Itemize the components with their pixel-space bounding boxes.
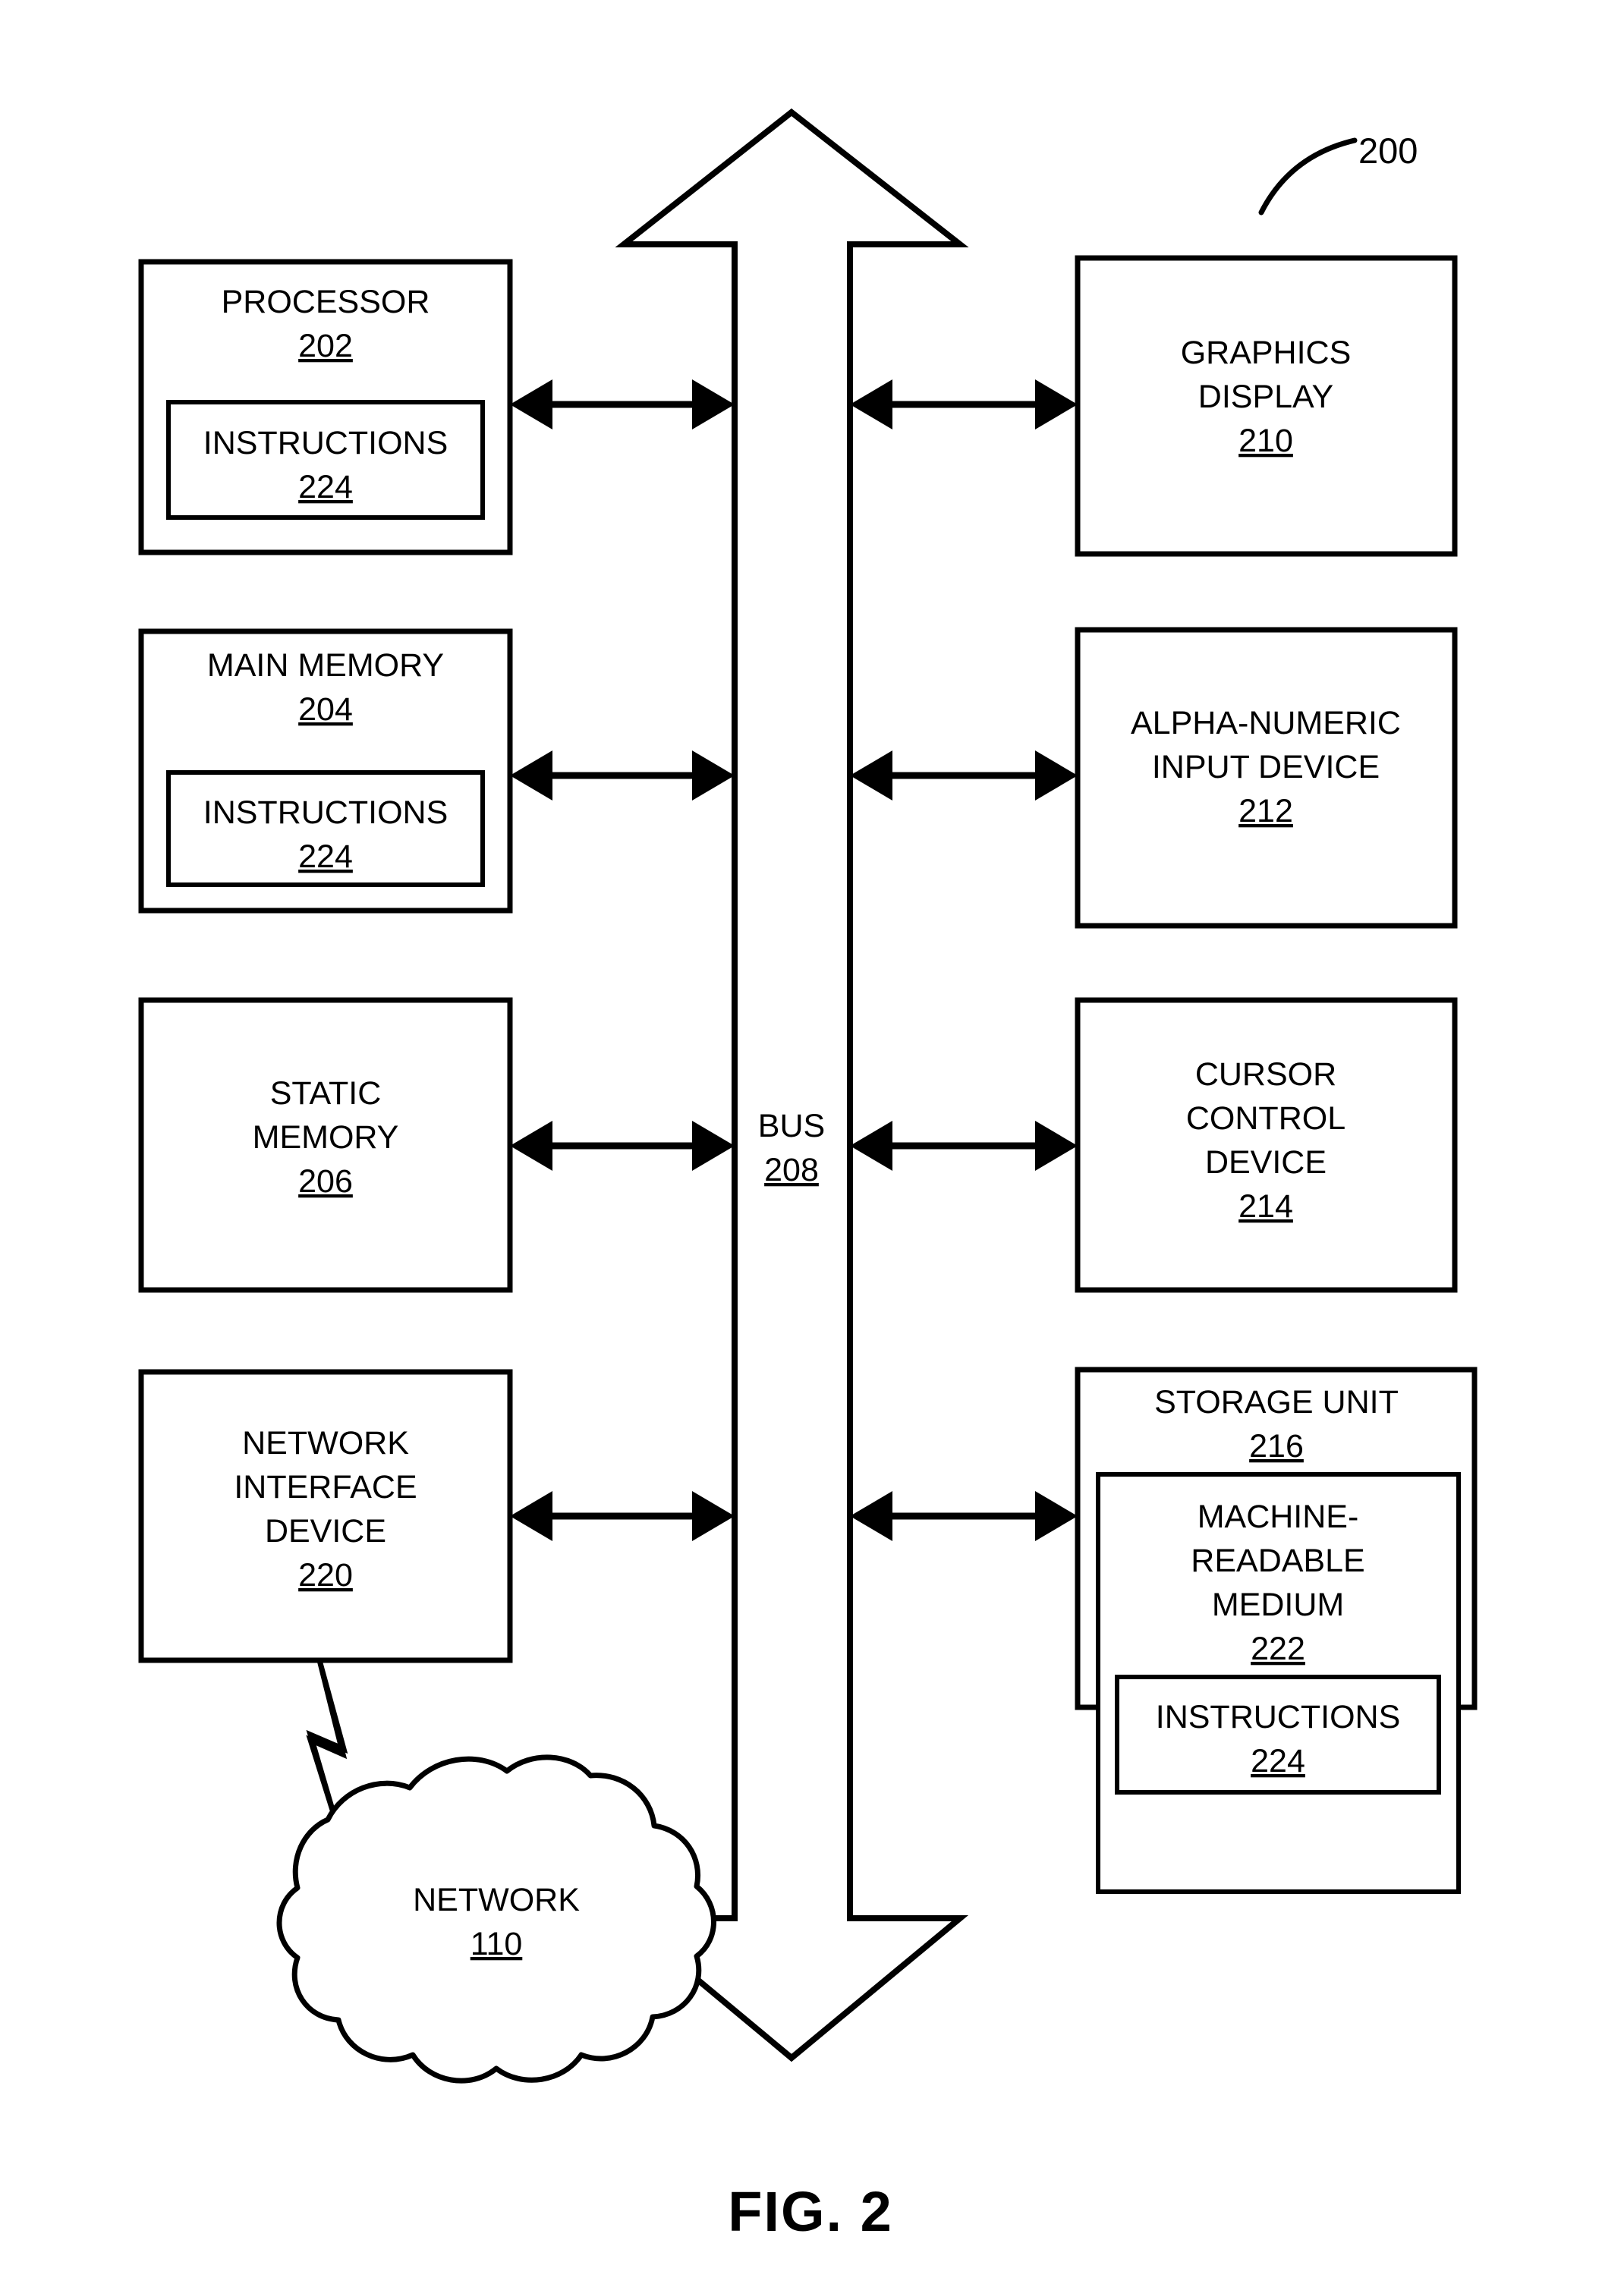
network-cloud-label: NETWORK [413,1882,580,1918]
alpha-numeric-input-device-box: ALPHA-NUMERIC INPUT DEVICE 212 [1075,627,1458,929]
arrow-head-left [850,1491,892,1541]
processor-instructions-number: 224 [298,469,353,505]
cursor-control-device-number: 214 [1238,1188,1293,1225]
arrow-head-left [510,379,552,429]
arrow-head-left [850,379,892,429]
storage-unit-box: STORAGE UNIT 216 MACHINE- READABLE MEDIU… [1075,1367,1478,1894]
connector-static-memory-bus [510,1121,735,1171]
machine-readable-medium-number: 222 [1251,1631,1305,1667]
main-memory-instructions-title: INSTRUCTIONS [203,794,448,831]
static-memory-title-line-1: STATIC [270,1075,382,1112]
main-memory-instructions-number: 224 [298,838,353,875]
arrow-head-right [692,1491,735,1541]
connector-main-memory-bus [510,750,735,801]
connector-bus-storage-unit [850,1491,1078,1541]
processor-title: PROCESSOR [222,284,430,320]
main-memory-box: MAIN MEMORY 204 INSTRUCTIONS 224 [138,628,513,914]
arrow-head-right [692,379,735,429]
alpha-numeric-input-device-number: 212 [1238,793,1293,829]
leader-line-200 [1258,137,1358,216]
processor-number: 202 [298,328,353,364]
arrow-head-left [510,1491,552,1541]
alpha-numeric-input-device-title-line-2: INPUT DEVICE [1152,749,1380,785]
cursor-control-device-title-line-3: DEVICE [1205,1144,1327,1181]
arrow-head-right [1035,750,1078,801]
connector-bus-alpha-numeric-input-device [850,750,1078,801]
main-memory-title: MAIN MEMORY [207,647,444,684]
connector-bus-graphics-display [850,379,1078,429]
network-interface-device-title-line-1: NETWORK [242,1425,409,1461]
machine-readable-medium-title-line-1: MACHINE- [1198,1499,1359,1535]
storage-instructions-number: 224 [1251,1743,1305,1779]
arrow-head-right [692,750,735,801]
lightning-bolt-shape [306,1660,348,1819]
arrow-head-left [850,750,892,801]
network-interface-device-title-line-2: INTERFACE [234,1469,417,1505]
arrow-head-right [692,1121,735,1171]
network-interface-device-number: 220 [298,1557,353,1593]
cursor-control-device-title-line-1: CURSOR [1195,1056,1336,1093]
bus-number: 208 [764,1152,819,1188]
network-cloud-number: 110 [471,1926,523,1962]
arrow-head-right [1035,1491,1078,1541]
processor-box: PROCESSOR 202 INSTRUCTIONS 224 [138,259,513,555]
diagram-canvas: BUS 208 200 PROCESSOR 202 INSTRUCTIONS 2… [138,108,1478,2243]
connector-processor-bus [510,379,735,429]
network-cloud-shape [276,1754,716,2084]
figure-2-block-diagram: BUS 208 200 PROCESSOR 202 INSTRUCTIONS 2… [0,0,1624,2284]
network-interface-device-box: NETWORK INTERFACE DEVICE 220 [138,1369,513,1663]
graphics-display-box: GRAPHICS DISPLAY 210 [1075,255,1458,557]
figure-caption: FIG. 2 [728,2180,893,2243]
arrow-head-left [850,1121,892,1171]
reference-numeral-200-group: 200 [1258,131,1418,216]
bus-label: BUS [758,1108,825,1144]
reference-numeral-200: 200 [1358,131,1418,171]
arrow-head-left [510,1121,552,1171]
static-memory-title-line-2: MEMORY [253,1119,399,1156]
machine-readable-medium-title-line-3: MEDIUM [1212,1587,1344,1623]
static-memory-number: 206 [298,1163,353,1200]
processor-instructions-title: INSTRUCTIONS [203,425,448,461]
main-memory-number: 204 [298,691,353,728]
machine-readable-medium-title-line-2: READABLE [1191,1543,1364,1579]
graphics-display-number: 210 [1238,423,1293,459]
storage-instructions-title: INSTRUCTIONS [1156,1699,1401,1735]
network-interface-device-title-line-3: DEVICE [265,1513,386,1549]
storage-unit-title: STORAGE UNIT [1154,1384,1399,1420]
static-memory-box: STATIC MEMORY 206 [138,997,513,1293]
graphics-display-title-line-2: DISPLAY [1198,379,1333,415]
network-cloud: NETWORK 110 [276,1754,716,2084]
arrow-head-right [1035,379,1078,429]
arrow-head-right [1035,1121,1078,1171]
graphics-display-title-line-1: GRAPHICS [1181,335,1352,371]
connector-bus-cursor-control-device [850,1121,1078,1171]
cursor-control-device-title-line-2: CONTROL [1186,1100,1345,1137]
alpha-numeric-input-device-title-line-1: ALPHA-NUMERIC [1131,705,1401,741]
storage-unit-number: 216 [1249,1428,1304,1464]
arrow-head-left [510,750,552,801]
cursor-control-device-box: CURSOR CONTROL DEVICE 214 [1075,997,1458,1293]
connector-network-interface-device-bus [510,1491,735,1541]
lightning-bolt-connector [306,1660,348,1819]
